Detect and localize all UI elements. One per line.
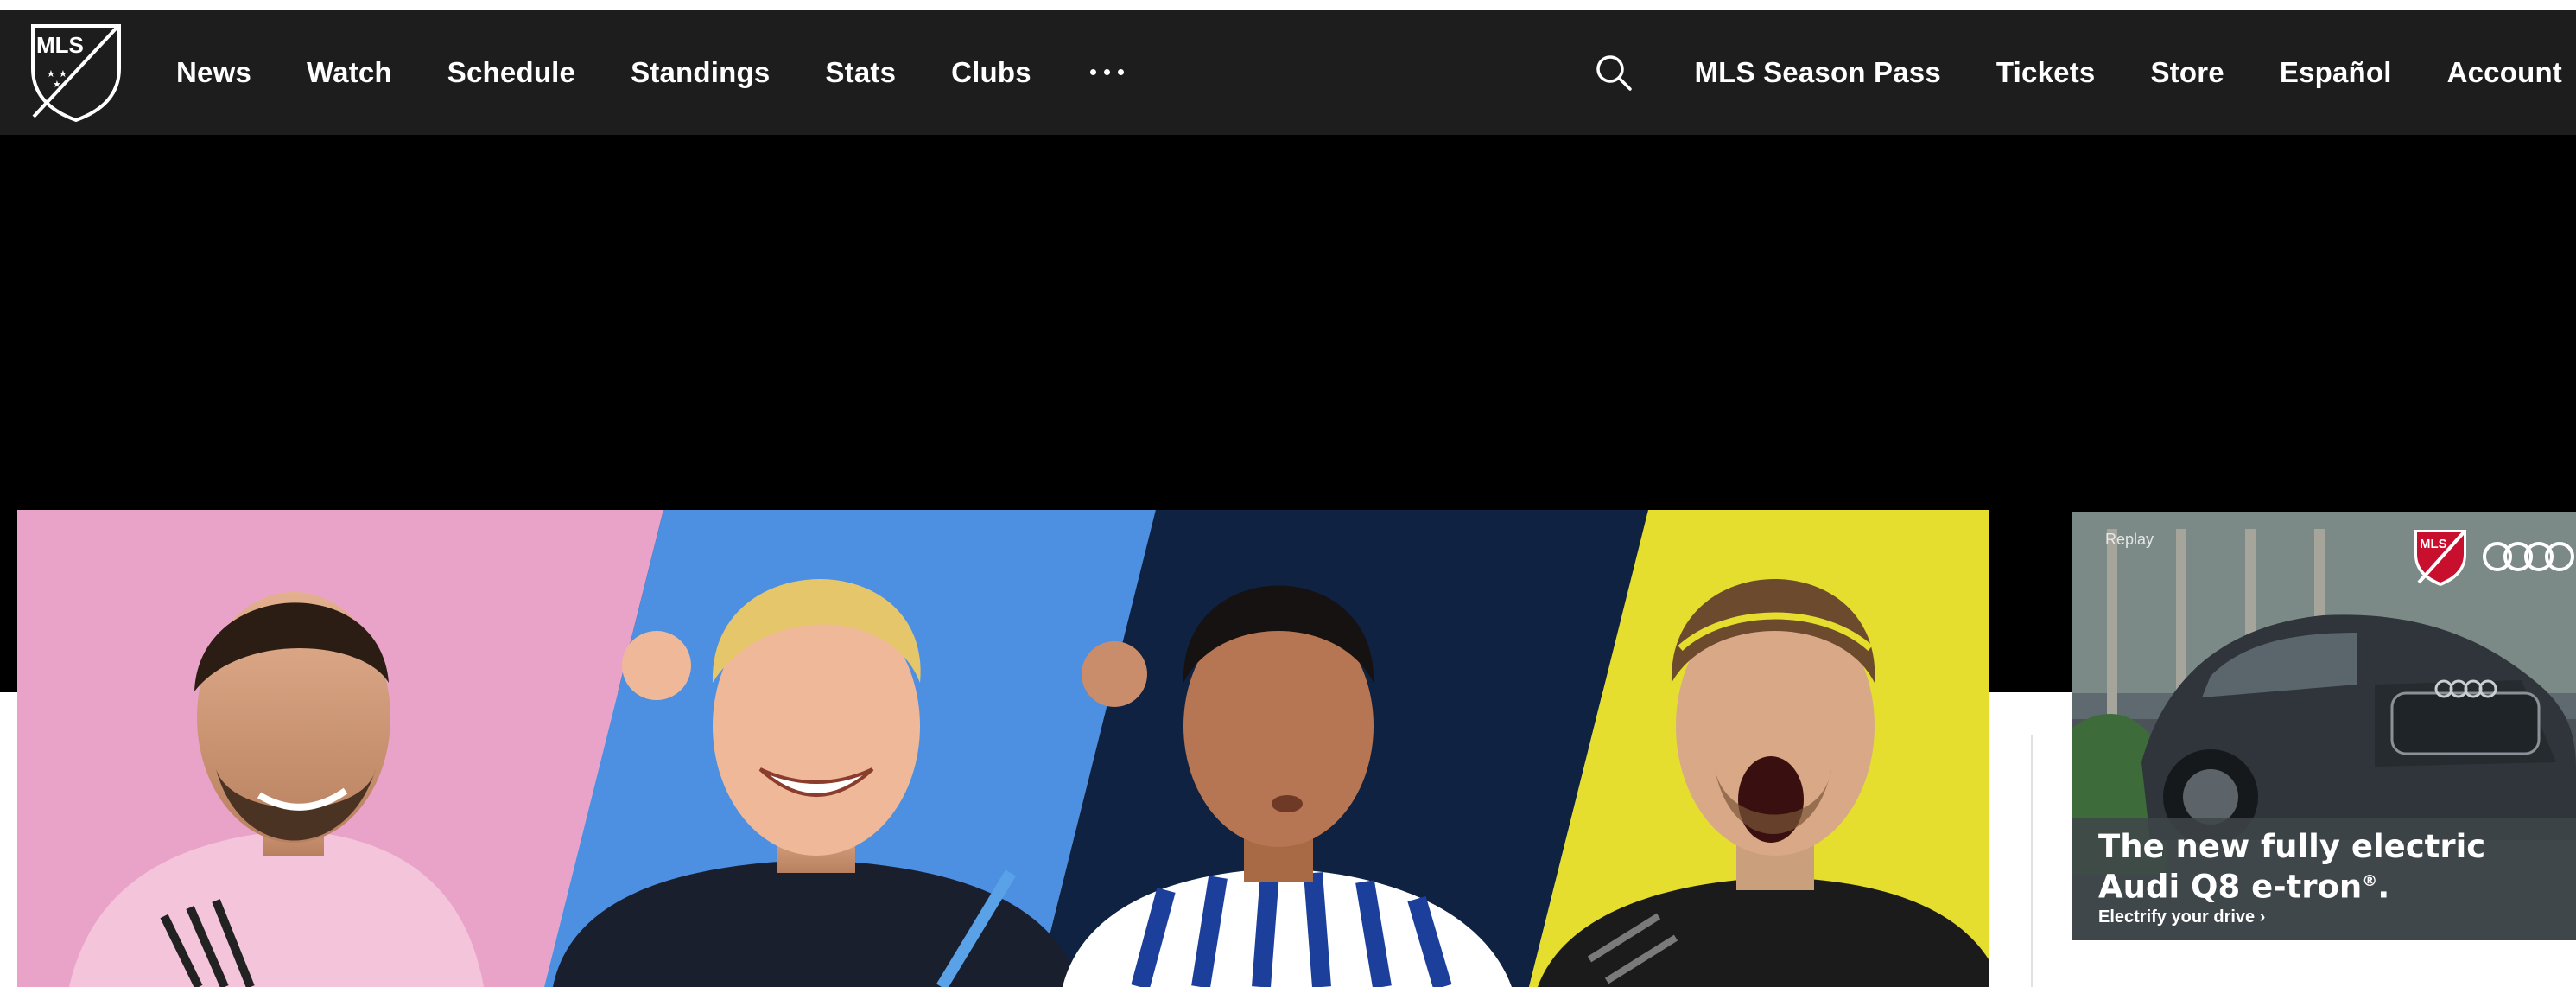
primary-nav: News Watch Schedule Standings Stats Club…: [176, 10, 1127, 135]
audi-rings-icon: [2483, 542, 2574, 571]
logo-text: MLS: [36, 32, 84, 58]
nav-link-tickets[interactable]: Tickets: [1996, 56, 2096, 89]
nav-link-news[interactable]: News: [176, 56, 251, 89]
ellipsis-dot: [1103, 69, 1110, 75]
more-menu-button[interactable]: [1087, 55, 1127, 90]
nav-link-schedule[interactable]: Schedule: [447, 56, 575, 89]
page: MLS ★ ★ ★ News Watch Schedule Standings …: [0, 0, 2576, 987]
svg-text:MLS: MLS: [2420, 537, 2447, 551]
nav-link-standings[interactable]: Standings: [631, 56, 770, 89]
registered-mark: ®: [2362, 872, 2378, 890]
sidebar-divider: [2031, 735, 2033, 987]
ad-cta-link[interactable]: Electrify your drive ›: [2098, 907, 2265, 927]
ad-headline-period: .: [2377, 868, 2390, 906]
ad-headline-line2: Audi Q8 e-tron®.: [2098, 864, 2565, 904]
hero-banner-image[interactable]: [17, 510, 1989, 987]
nav-link-espanol[interactable]: Español: [2280, 56, 2392, 89]
ad-headline: The new fully electric Audi Q8 e-tron®.: [2098, 830, 2565, 904]
nav-link-store[interactable]: Store: [2150, 56, 2224, 89]
svg-text:★: ★: [53, 79, 61, 90]
top-navigation-bar: MLS ★ ★ ★ News Watch Schedule Standings …: [0, 10, 2576, 135]
nav-link-season-pass[interactable]: MLS Season Pass: [1694, 56, 1940, 89]
ellipsis-icon: [1089, 69, 1096, 75]
mls-logo[interactable]: MLS ★ ★ ★: [29, 23, 123, 122]
top-strip: [0, 0, 2576, 10]
ad-headline-model: Audi Q8 e-tron: [2098, 868, 2363, 906]
nav-link-account[interactable]: Account: [2447, 56, 2562, 89]
ellipsis-dot: [1117, 69, 1124, 75]
search-icon[interactable]: [1592, 51, 1635, 94]
ad-replay-button[interactable]: Replay: [2105, 531, 2154, 549]
ad-headline-line1: The new fully electric: [2098, 828, 2486, 865]
mls-crest-logo: MLS: [2414, 530, 2466, 586]
nav-link-watch[interactable]: Watch: [307, 56, 392, 89]
secondary-nav: MLS Season Pass Tickets Store Español Ac…: [1592, 10, 2562, 135]
nav-link-clubs[interactable]: Clubs: [951, 56, 1031, 89]
audi-advertisement[interactable]: Replay MLS The new fully electric Audi Q…: [2072, 512, 2576, 940]
nav-link-stats[interactable]: Stats: [825, 56, 896, 89]
